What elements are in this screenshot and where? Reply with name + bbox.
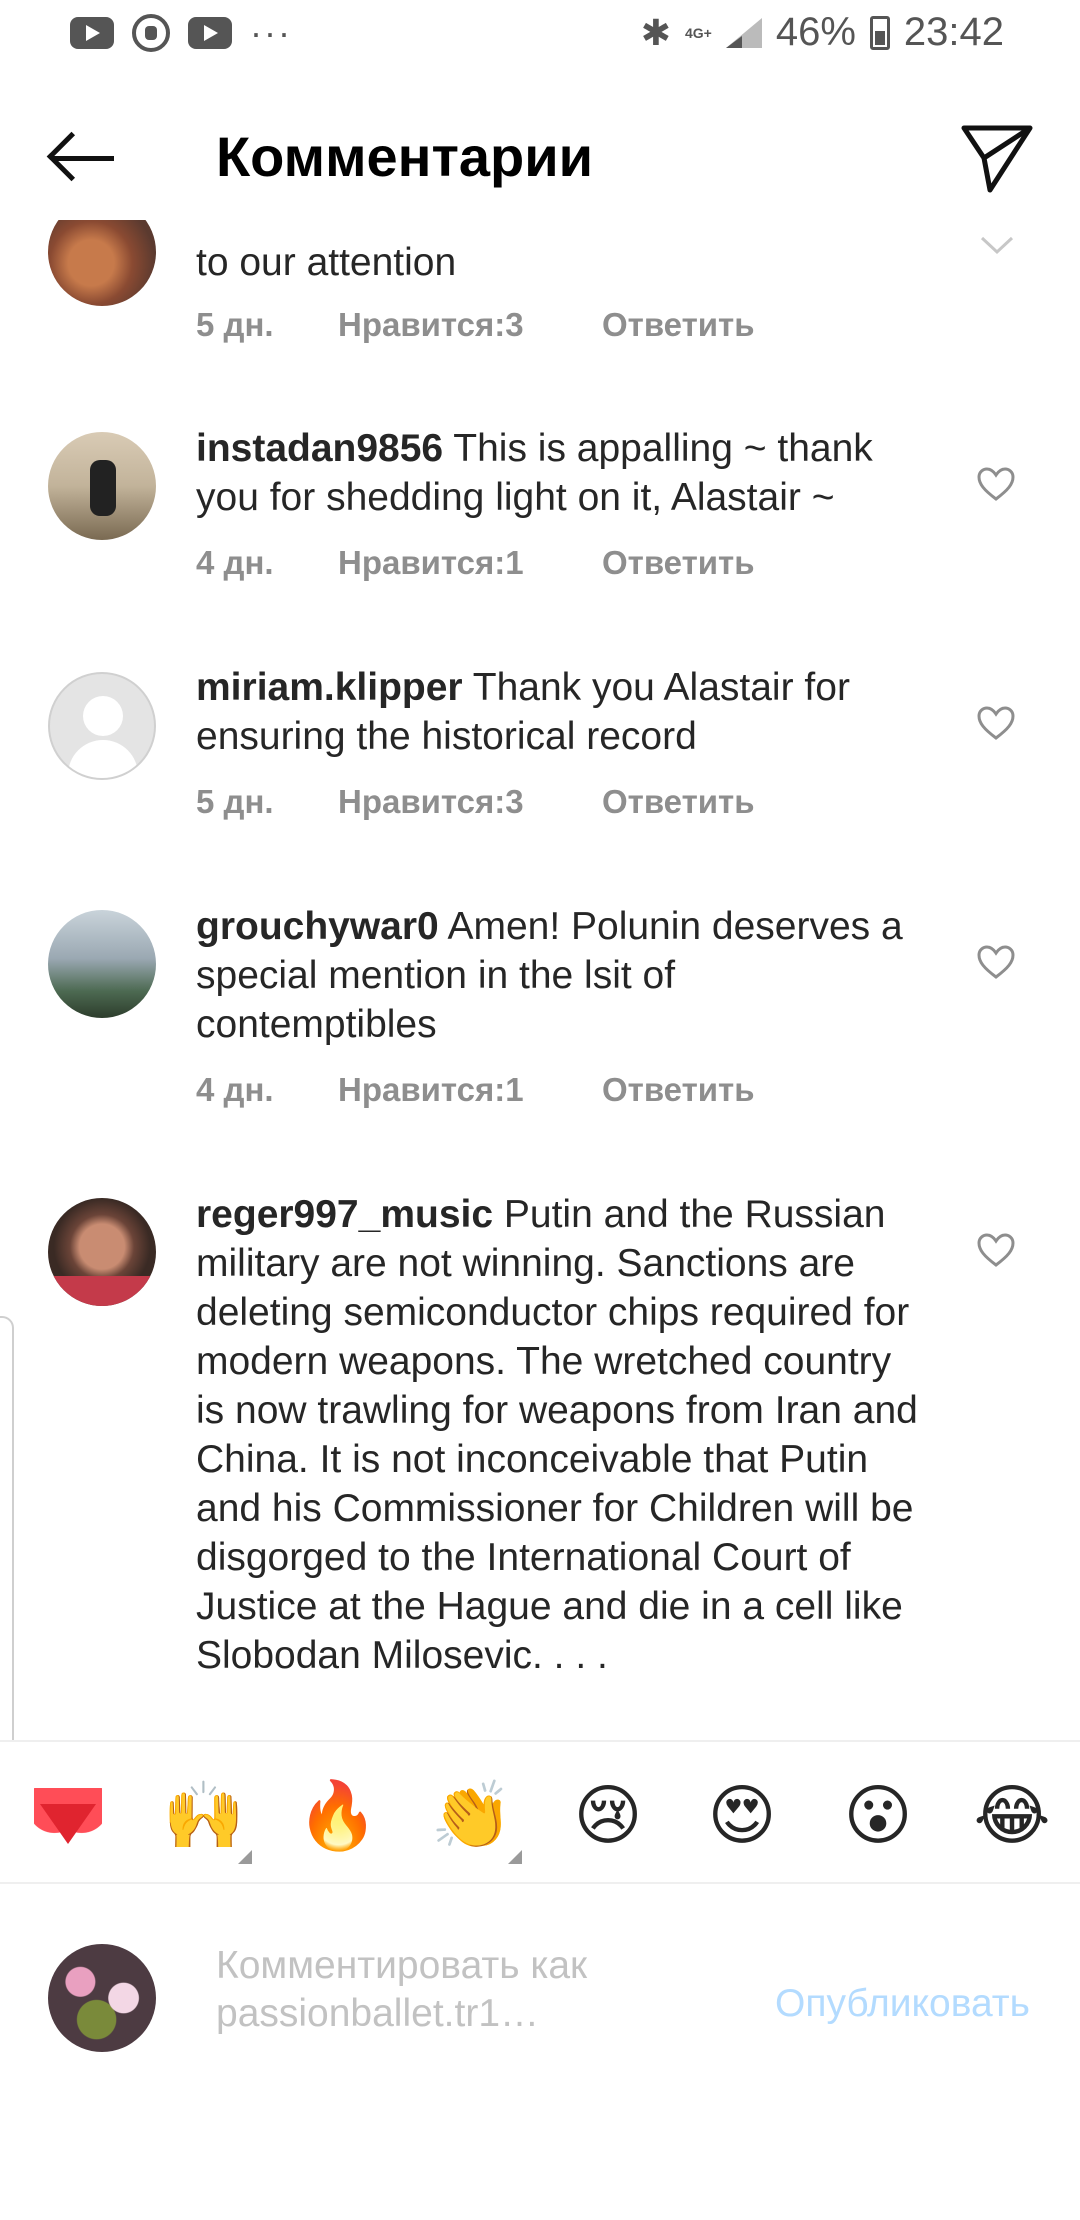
back-arrow-icon[interactable] (44, 128, 124, 188)
clapping-emoji-button[interactable]: 👏 (430, 1774, 514, 1858)
publish-button[interactable]: Опубликовать (775, 1982, 1030, 2026)
bluetooth-icon: ✱ (640, 11, 671, 53)
comment-time: 5 дн. (196, 306, 274, 343)
youtube-icon (188, 17, 232, 49)
raising-hands-emoji-button[interactable]: 🙌 (162, 1774, 246, 1858)
whatsapp-icon (132, 14, 170, 52)
comments-list[interactable]: to our attention 5 дн. Нравится: 3 Ответ… (0, 220, 1080, 1740)
reply-button[interactable]: Ответить (602, 544, 755, 582)
clock: 23:42 (903, 10, 1004, 54)
fire-emoji-button[interactable]: 🔥 (296, 1774, 380, 1858)
comment-text: miriam.klipper Thank you Alastair for en… (196, 663, 926, 761)
reply-button[interactable]: Ответить (602, 306, 755, 344)
comment-likes[interactable]: Нравится: 1 (338, 544, 602, 582)
chevron-down-icon[interactable] (980, 236, 1014, 256)
heart-emoji-button[interactable] (26, 1774, 110, 1858)
avatar[interactable] (48, 1198, 156, 1306)
youtube-icon (70, 17, 114, 49)
comment-text: grouchywar0 Amen! Polunin deserves a spe… (196, 902, 926, 1049)
comment-meta: 5 дн. Нравится: 3 Ответить (196, 306, 755, 344)
edge-panel-handle[interactable] (0, 1316, 14, 1762)
reply-button[interactable]: Ответить (602, 1071, 755, 1109)
comment-text: instadan9856 This is appalling ~ thank y… (196, 424, 926, 522)
comment-meta: 5 дн. Нравится: 3 Ответить (196, 783, 755, 821)
laughing-emoji-button[interactable]: 😂 (970, 1774, 1054, 1858)
avatar[interactable] (48, 432, 156, 540)
comment-username[interactable]: grouchywar0 (196, 905, 439, 948)
avatar[interactable] (48, 672, 156, 780)
comment-username[interactable]: instadan9856 (196, 427, 443, 470)
comment-meta: 4 дн. Нравится: 1 Ответить (196, 544, 755, 582)
comment-meta: 4 дн. Нравится: 1 Ответить (196, 1071, 755, 1109)
battery-percent: 46% (775, 10, 856, 54)
skin-tone-indicator (238, 1850, 252, 1864)
heart-icon[interactable] (976, 705, 1016, 741)
status-notifications: ··· (70, 14, 292, 52)
crying-emoji-button[interactable]: 😢 (566, 1774, 650, 1858)
page-title: Комментарии (216, 125, 594, 188)
heart-icon[interactable] (976, 944, 1016, 980)
avatar[interactable] (48, 220, 156, 306)
surprised-emoji-button[interactable]: 😮 (836, 1774, 920, 1858)
comment-composer: Комментировать как passionballet.tr1… Оп… (0, 1886, 1080, 2086)
comment-message: to our attention (196, 241, 457, 284)
heart-icon[interactable] (976, 1232, 1016, 1268)
send-icon[interactable] (950, 118, 1040, 198)
battery-icon (869, 15, 890, 50)
comment-input[interactable]: Комментировать как passionballet.tr1… (216, 1942, 736, 2038)
header: Комментарии (0, 100, 1080, 220)
status-system: ✱ 4G+ 46% 23:42 (641, 10, 1004, 55)
comment-username[interactable]: reger997_music (196, 1193, 493, 1236)
more-notifications-icon: ··· (250, 12, 292, 53)
my-avatar (48, 1944, 156, 2052)
comment-likes[interactable]: Нравится: 1 (338, 1071, 602, 1109)
reply-button[interactable]: Ответить (602, 783, 755, 821)
emoji-bar: 🙌 🔥 👏 😢 😍 😮 😂 (0, 1740, 1080, 1884)
comment-text: to our attention (196, 238, 926, 287)
comment-time: 4 дн. (196, 1071, 274, 1108)
heart-eyes-emoji-button[interactable]: 😍 (700, 1774, 784, 1858)
network-type: 4G+ (684, 24, 712, 41)
skin-tone-indicator (508, 1850, 522, 1864)
comment-time: 5 дн. (196, 783, 274, 820)
heart-icon[interactable] (976, 466, 1016, 502)
comment-username[interactable]: miriam.klipper (196, 666, 463, 709)
comment-time: 4 дн. (196, 544, 274, 581)
comment-likes[interactable]: Нравится: 3 (338, 783, 602, 821)
comment-message: Putin and the Russian military are not w… (196, 1193, 918, 1677)
comment-text: reger997_music Putin and the Russian mil… (196, 1190, 926, 1680)
status-bar: ··· ✱ 4G+ 46% 23:42 (0, 0, 1080, 72)
comment-likes[interactable]: Нравится: 3 (338, 306, 602, 344)
avatar[interactable] (48, 910, 156, 1018)
signal-icon (725, 17, 762, 48)
